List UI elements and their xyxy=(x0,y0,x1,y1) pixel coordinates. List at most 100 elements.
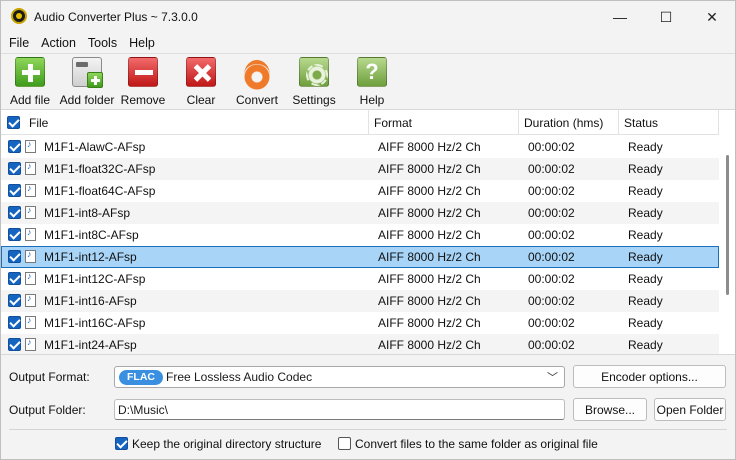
row-checkbox[interactable] xyxy=(8,294,21,307)
add-file-label: Add file xyxy=(9,93,51,107)
help-label: Help xyxy=(359,93,385,107)
row-checkbox[interactable] xyxy=(8,206,21,219)
table-row[interactable]: M1F1-float64C-AFsp AIFF 8000 Hz/2 Ch 00:00… xyxy=(1,180,719,202)
table-row[interactable]: M1F1-int12C-AFsp AIFF 8000 Hz/2 Ch 00:00:0… xyxy=(1,268,719,290)
output-folder-label: Output Folder: xyxy=(9,403,86,417)
settings-button[interactable]: Settings xyxy=(292,57,336,107)
file-format: AIFF 8000 Hz/2 Ch xyxy=(378,184,481,198)
row-checkbox[interactable] xyxy=(8,316,21,329)
list-header: File Format Duration (hms) Status xyxy=(1,110,719,135)
file-status: Ready xyxy=(628,228,663,242)
vertical-scrollbar[interactable] xyxy=(719,110,735,354)
file-name: M1F1-int24-AFsp xyxy=(44,338,137,352)
table-row[interactable]: M1F1-int24-AFsp AIFF 8000 Hz/2 Ch 00:00:02… xyxy=(1,334,719,354)
file-name: M1F1-int12-AFsp xyxy=(44,250,137,264)
row-checkbox[interactable] xyxy=(8,162,21,175)
output-format-value: Free Lossless Audio Codec xyxy=(166,370,313,384)
row-checkbox[interactable] xyxy=(8,250,21,263)
scrollbar-thumb[interactable] xyxy=(726,155,729,295)
file-name: M1F1-AlawC-AFsp xyxy=(44,140,146,154)
file-duration: 00:00:02 xyxy=(528,228,575,242)
audio-file-icon xyxy=(25,249,36,263)
file-name: M1F1-int12C-AFsp xyxy=(44,272,146,286)
browse-button[interactable]: Browse... xyxy=(573,398,647,421)
add-file-icon xyxy=(15,57,45,87)
file-format: AIFF 8000 Hz/2 Ch xyxy=(378,162,481,176)
add-folder-button[interactable]: Add folder xyxy=(60,57,114,107)
row-checkbox[interactable] xyxy=(8,184,21,197)
menu-bar: File Action Tools Help xyxy=(1,33,735,53)
audio-file-icon xyxy=(25,271,36,285)
column-separator[interactable] xyxy=(368,110,369,135)
open-folder-button[interactable]: Open Folder xyxy=(654,398,726,421)
file-duration: 00:00:02 xyxy=(528,294,575,308)
file-duration: 00:00:02 xyxy=(528,338,575,352)
column-separator[interactable] xyxy=(618,110,619,135)
same-folder-checkbox[interactable] xyxy=(338,437,351,450)
maximize-button[interactable]: ☐ xyxy=(643,1,689,33)
question-mark-icon: ? xyxy=(357,57,387,87)
table-row[interactable]: M1F1-float32C-AFsp AIFF 8000 Hz/2 Ch 00:00… xyxy=(1,158,719,180)
file-name: M1F1-int16C-AFsp xyxy=(44,316,146,330)
convert-button[interactable]: Convert xyxy=(236,57,278,107)
toolbar: Add file Add folder Remove Clear Convert… xyxy=(1,54,735,107)
file-name: M1F1-int8C-AFsp xyxy=(44,228,139,242)
help-button[interactable]: ? Help xyxy=(357,57,387,107)
file-name: M1F1-float64C-AFsp xyxy=(44,184,156,198)
title-bar: Audio Converter Plus ~ 7.3.0.0 — ☐ ✕ xyxy=(1,1,735,33)
file-format: AIFF 8000 Hz/2 Ch xyxy=(378,316,481,330)
row-checkbox[interactable] xyxy=(8,140,21,153)
remove-icon xyxy=(128,57,158,87)
column-file[interactable]: File xyxy=(29,116,48,130)
close-button[interactable]: ✕ xyxy=(689,1,735,33)
table-row[interactable]: M1F1-AlawC-AFsp AIFF 8000 Hz/2 Ch 00:00:02… xyxy=(1,136,719,158)
column-format[interactable]: Format xyxy=(374,116,412,130)
menu-action[interactable]: Action xyxy=(35,36,82,50)
file-duration: 00:00:02 xyxy=(528,140,575,154)
file-format: AIFF 8000 Hz/2 Ch xyxy=(378,338,481,352)
output-format-label: Output Format: xyxy=(9,370,90,384)
bottom-divider xyxy=(9,429,727,430)
file-list[interactable]: File Format Duration (hms) Status M1F1-A… xyxy=(1,109,735,355)
remove-button[interactable]: Remove xyxy=(121,57,165,107)
add-file-button[interactable]: Add file xyxy=(9,57,51,107)
settings-label: Settings xyxy=(292,93,336,107)
output-format-select[interactable]: FLAC Free Lossless Audio Codec ﹀ xyxy=(114,366,565,388)
menu-file[interactable]: File xyxy=(3,36,35,50)
table-row[interactable]: M1F1-int12-AFsp AIFF 8000 Hz/2 Ch 00:00:02… xyxy=(1,246,719,268)
row-checkbox[interactable] xyxy=(8,338,21,351)
column-separator[interactable] xyxy=(518,110,519,135)
table-row[interactable]: M1F1-int16-AFsp AIFF 8000 Hz/2 Ch 00:00:02… xyxy=(1,290,719,312)
column-status[interactable]: Status xyxy=(624,116,658,130)
output-folder-input[interactable]: D:\Music\ xyxy=(114,399,565,420)
menu-help[interactable]: Help xyxy=(123,36,161,50)
file-format: AIFF 8000 Hz/2 Ch xyxy=(378,206,481,220)
encoder-options-button[interactable]: Encoder options... xyxy=(573,365,726,388)
keep-structure-checkbox[interactable] xyxy=(115,437,128,450)
keep-structure-label[interactable]: Keep the original directory structure xyxy=(132,437,321,451)
gear-icon xyxy=(299,57,329,87)
column-duration[interactable]: Duration (hms) xyxy=(524,116,603,130)
file-status: Ready xyxy=(628,184,663,198)
table-row[interactable]: M1F1-int8-AFsp AIFF 8000 Hz/2 Ch 00:00:02 R… xyxy=(1,202,719,224)
file-name: M1F1-float32C-AFsp xyxy=(44,162,156,176)
audio-file-icon xyxy=(25,139,36,153)
file-status: Ready xyxy=(628,206,663,220)
flac-badge: FLAC xyxy=(119,370,163,385)
file-status: Ready xyxy=(628,272,663,286)
file-name: M1F1-int8-AFsp xyxy=(44,206,131,220)
select-all-checkbox[interactable] xyxy=(7,116,20,129)
clear-button[interactable]: Clear xyxy=(185,57,217,107)
minimize-button[interactable]: — xyxy=(597,1,643,33)
same-folder-label[interactable]: Convert files to the same folder as orig… xyxy=(355,437,598,451)
table-row[interactable]: M1F1-int16C-AFsp AIFF 8000 Hz/2 Ch 00:00:0… xyxy=(1,312,719,334)
menu-tools[interactable]: Tools xyxy=(82,36,123,50)
file-format: AIFF 8000 Hz/2 Ch xyxy=(378,140,481,154)
chevron-down-icon: ﹀ xyxy=(547,372,558,384)
table-row[interactable]: M1F1-int8C-AFsp AIFF 8000 Hz/2 Ch 00:00:02… xyxy=(1,224,719,246)
file-duration: 00:00:02 xyxy=(528,272,575,286)
audio-file-icon xyxy=(25,315,36,329)
window-title: Audio Converter Plus ~ 7.3.0.0 xyxy=(34,10,198,24)
row-checkbox[interactable] xyxy=(8,228,21,241)
row-checkbox[interactable] xyxy=(8,272,21,285)
